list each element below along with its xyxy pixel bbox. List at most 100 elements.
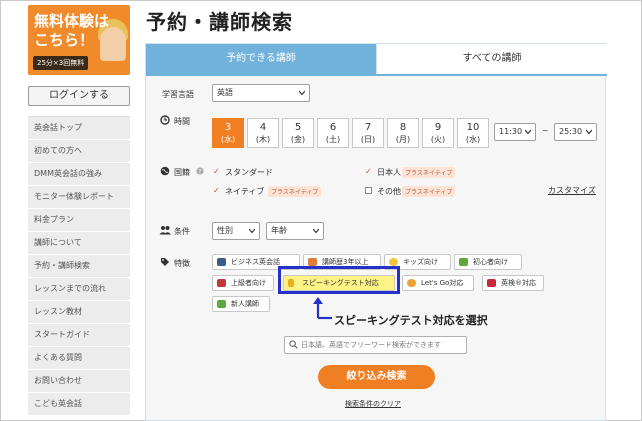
sidebar-item-faq[interactable]: よくある質問 bbox=[28, 347, 130, 370]
date-dow: (金) bbox=[290, 135, 306, 144]
keyword-search-input[interactable]: 日本語、英語でフリーワード検索ができます bbox=[284, 336, 467, 354]
smile-icon bbox=[389, 258, 398, 266]
feature-label: キッズ向け bbox=[403, 258, 438, 266]
chevron-down-icon bbox=[249, 228, 255, 234]
sidebar-nav: 英会話トップ 初めての方へ DMM英会話の強み モニター体験レポート 料金プラン… bbox=[28, 116, 130, 416]
time-from-value: 11:30 bbox=[499, 127, 523, 136]
date-day: 5 bbox=[294, 122, 302, 133]
date-cell-3[interactable]: 3 (水) bbox=[212, 118, 244, 148]
clock-icon bbox=[160, 115, 170, 125]
nationality-label: 国籍 bbox=[174, 168, 190, 177]
sidebar-item-reservation[interactable]: 予約・講師検索 bbox=[28, 255, 130, 278]
feature-new-teacher[interactable]: 新人講師 bbox=[212, 296, 270, 312]
language-label: 学習言語 bbox=[162, 90, 194, 99]
clear-conditions-link[interactable]: 検索条件のクリア bbox=[345, 399, 401, 409]
checkbox-native-checked[interactable]: ✓ bbox=[213, 187, 220, 195]
time-from-select[interactable]: 11:30 bbox=[494, 123, 536, 141]
features-label: 特徴 bbox=[174, 259, 190, 268]
tag-icon bbox=[161, 258, 169, 266]
plus-native-badge: プラスネイティブ bbox=[402, 167, 456, 178]
conditions-label: 条件 bbox=[174, 227, 190, 236]
date-dow: (月) bbox=[395, 135, 411, 144]
feature-label: 新人講師 bbox=[231, 300, 259, 308]
sidebar-item-strengths[interactable]: DMM英会話の強み bbox=[28, 163, 130, 186]
feature-label: 上級者向け bbox=[231, 279, 266, 287]
other-label: その他 bbox=[377, 187, 401, 196]
globe-icon bbox=[160, 166, 170, 176]
date-dow: (火) bbox=[430, 135, 446, 144]
checkbox-japanese-checked[interactable]: ✓ bbox=[365, 168, 372, 176]
feature-lets-go[interactable]: Let's Go対応 bbox=[402, 275, 474, 291]
feature-advanced[interactable]: 上級者向け bbox=[212, 275, 274, 291]
graduation-cap-icon bbox=[217, 279, 226, 287]
age-select-value: 年齢 bbox=[271, 226, 287, 235]
date-dow: (水) bbox=[465, 135, 481, 144]
gender-select-value: 性別 bbox=[217, 226, 233, 235]
checkbox-other[interactable] bbox=[365, 187, 372, 194]
people-icon bbox=[159, 226, 171, 235]
date-dow: (日) bbox=[360, 135, 376, 144]
sidebar-item-contact[interactable]: お問い合わせ bbox=[28, 370, 130, 393]
sidebar-item-teachers[interactable]: 講師について bbox=[28, 232, 130, 255]
date-day: 4 bbox=[259, 122, 267, 133]
sidebar-item-lesson-flow[interactable]: レッスンまでの流れ bbox=[28, 278, 130, 301]
time-label: 時間 bbox=[174, 117, 190, 126]
briefcase-icon bbox=[217, 258, 226, 266]
date-cell-9[interactable]: 9 (火) bbox=[422, 118, 454, 148]
feature-label: 英検®対応 bbox=[501, 279, 536, 287]
date-day: 10 bbox=[466, 122, 480, 133]
sidebar-item-kids[interactable]: こども英会話 bbox=[28, 393, 130, 416]
date-dow: (木) bbox=[255, 135, 271, 144]
date-day: 8 bbox=[399, 122, 407, 133]
banner-line-3: 25分×3回無料 bbox=[33, 56, 89, 70]
feature-label: ビジネス英会話 bbox=[231, 258, 280, 266]
login-button[interactable]: ログインする bbox=[28, 86, 130, 106]
filter-search-button[interactable]: 絞り込み検索 bbox=[318, 365, 435, 389]
annotation-text: スピーキングテスト対応を選択 bbox=[334, 314, 488, 327]
banner-line-2: こちら！ bbox=[34, 31, 95, 49]
date-day: 9 bbox=[434, 122, 442, 133]
beginner-mark-icon bbox=[459, 258, 468, 266]
age-select[interactable]: 年齢 bbox=[266, 222, 324, 240]
free-trial-banner[interactable]: 無料体験は こちら！ 25分×3回無料 bbox=[28, 5, 130, 75]
date-day: 6 bbox=[329, 122, 337, 133]
banner-line-1: 無料体験は bbox=[34, 12, 110, 30]
highlight-box bbox=[278, 266, 400, 294]
svg-text:?: ? bbox=[198, 168, 201, 175]
date-cell-5[interactable]: 5 (金) bbox=[282, 118, 314, 148]
eiken-icon bbox=[487, 279, 496, 287]
sidebar-item-pricing[interactable]: 料金プラン bbox=[28, 209, 130, 232]
sidebar-item-first-time[interactable]: 初めての方へ bbox=[28, 140, 130, 163]
tab-all-teachers[interactable]: すべての講師 bbox=[376, 44, 607, 74]
feature-beginner[interactable]: 初心者向け bbox=[454, 254, 522, 270]
customize-link[interactable]: カスタマイズ bbox=[548, 185, 596, 196]
sprout-icon bbox=[217, 300, 226, 308]
date-cell-7[interactable]: 7 (日) bbox=[352, 118, 384, 148]
banner-teacher-image bbox=[100, 27, 126, 61]
date-cell-4[interactable]: 4 (木) bbox=[247, 118, 279, 148]
chevron-down-icon bbox=[299, 90, 305, 96]
gender-select[interactable]: 性別 bbox=[212, 222, 260, 240]
tab-available-teachers[interactable]: 予約できる講師 bbox=[146, 44, 376, 74]
language-select-value: 英語 bbox=[217, 88, 233, 97]
chevron-down-icon bbox=[586, 129, 592, 135]
language-select[interactable]: 英語 bbox=[212, 84, 310, 102]
time-to-select[interactable]: 25:30 bbox=[554, 123, 597, 141]
time-range-separator: ~ bbox=[542, 126, 549, 135]
sidebar-item-eikaiwa-top[interactable]: 英会話トップ bbox=[28, 117, 130, 140]
page-title: 予約・講師検索 bbox=[146, 10, 293, 34]
date-cell-8[interactable]: 8 (月) bbox=[387, 118, 419, 148]
plus-native-badge: プラスネイティブ bbox=[402, 186, 456, 197]
help-icon[interactable]: ? bbox=[196, 167, 204, 175]
sidebar-item-start-guide[interactable]: スタートガイド bbox=[28, 324, 130, 347]
sidebar-item-monitor-report[interactable]: モニター体験レポート bbox=[28, 186, 130, 209]
standard-label: スタンダード bbox=[225, 168, 273, 177]
date-cell-10[interactable]: 10 (水) bbox=[457, 118, 489, 148]
checkbox-standard-checked[interactable]: ✓ bbox=[213, 168, 220, 176]
feature-eiken[interactable]: 英検®対応 bbox=[482, 275, 544, 291]
feature-label: 初心者向け bbox=[473, 258, 508, 266]
tab-underline bbox=[146, 74, 607, 76]
date-day: 7 bbox=[364, 122, 372, 133]
sidebar-item-materials[interactable]: レッスン教材 bbox=[28, 301, 130, 324]
date-cell-6[interactable]: 6 (土) bbox=[317, 118, 349, 148]
